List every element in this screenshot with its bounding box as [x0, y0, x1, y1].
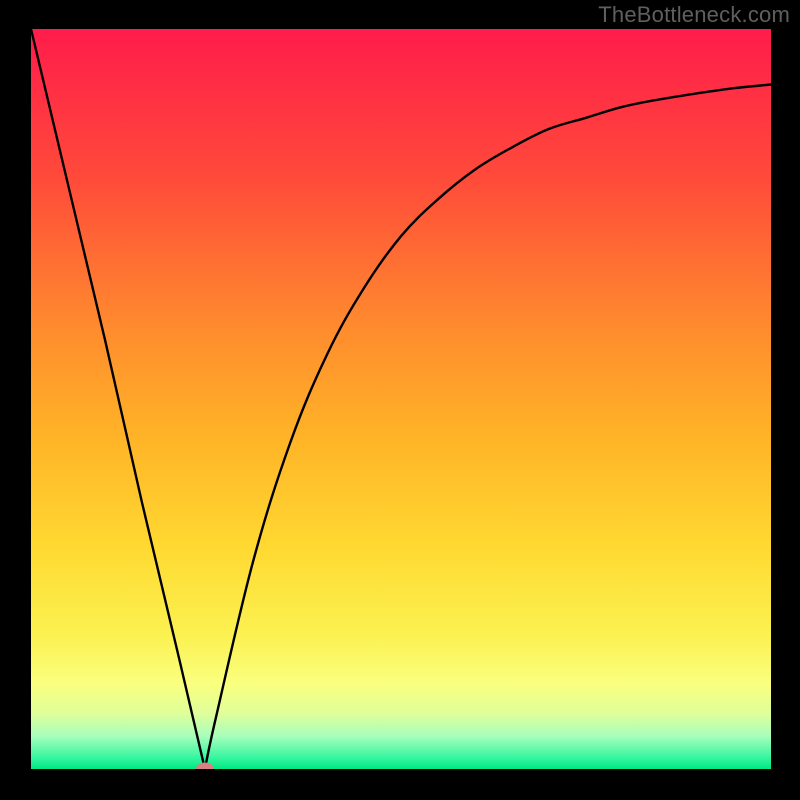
plot-area — [31, 29, 771, 769]
attribution-text: TheBottleneck.com — [598, 2, 790, 28]
bottleneck-chart — [31, 29, 771, 769]
gradient-background — [31, 29, 771, 769]
chart-frame: TheBottleneck.com — [0, 0, 800, 800]
